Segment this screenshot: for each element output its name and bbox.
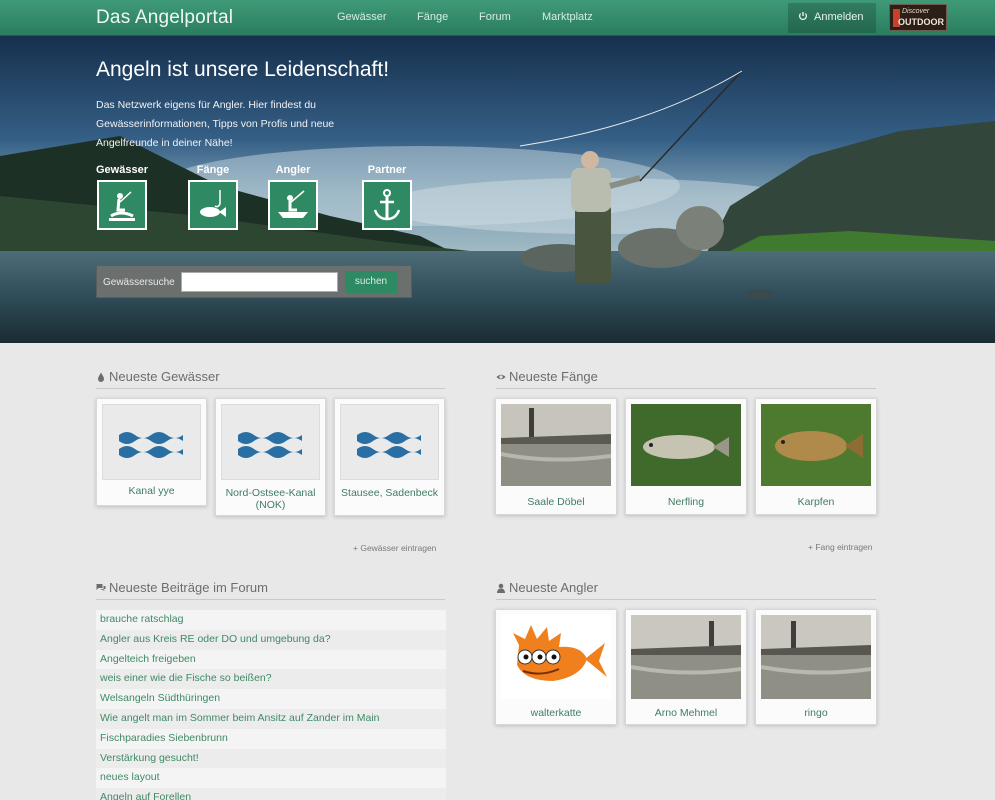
- water-card[interactable]: Kanal yye: [96, 398, 207, 506]
- catch-card[interactable]: Karpfen: [755, 398, 877, 515]
- forum-post-link[interactable]: Angler aus Kreis RE oder DO und umgebung…: [96, 629, 446, 650]
- nav-item-marktplatz[interactable]: Marktplatz: [542, 11, 593, 23]
- category-label: Fänge: [196, 164, 230, 176]
- water-name: Nord-Ostsee-Kanal (NOK): [225, 487, 316, 511]
- boat-angler-icon: [278, 190, 308, 218]
- search-button[interactable]: suchen: [345, 271, 397, 293]
- nav-item-faenge[interactable]: Fänge: [417, 11, 448, 23]
- angler-name: walterkatte: [530, 707, 582, 719]
- forum-post-link[interactable]: Fischparadies Siebenbrunn: [96, 728, 446, 749]
- category-tile[interactable]: [97, 180, 147, 230]
- nav-item-gewaesser[interactable]: Gewässer: [337, 11, 387, 23]
- forum-post-link[interactable]: Angelteich freigeben: [96, 649, 446, 670]
- site-logo[interactable]: Das Angelportal: [96, 7, 233, 29]
- drop-icon: [98, 372, 104, 382]
- category-tile[interactable]: [268, 180, 318, 230]
- fish-on-grass-photo: [631, 404, 741, 486]
- angler-name: ringo: [804, 707, 828, 719]
- water-image: [221, 404, 320, 480]
- category-partner[interactable]: Partner: [357, 164, 417, 230]
- angler-avatar-river: [631, 615, 741, 699]
- angler-avatar-river: [761, 615, 871, 699]
- angler-name: Arno Mehmel: [654, 707, 718, 719]
- category-label: Partner: [367, 164, 407, 176]
- carp-photo: [761, 404, 871, 486]
- category-gewaesser[interactable]: Gewässer: [92, 164, 152, 230]
- category-angler[interactable]: Angler: [263, 164, 323, 230]
- catch-card[interactable]: Nerfling: [625, 398, 747, 515]
- user-icon: [497, 583, 505, 593]
- water-card[interactable]: Stausee, Sadenbeck: [334, 398, 445, 516]
- forum-post-link[interactable]: Wie angelt man im Sommer beim Ansitz auf…: [96, 708, 446, 729]
- angler-avatar-blinky: [501, 615, 611, 699]
- section-title-anglers: Neueste Angler: [496, 580, 876, 600]
- category-tile[interactable]: [362, 180, 412, 230]
- catch-name: Karpfen: [797, 496, 835, 508]
- forum-post-link[interactable]: Welsangeln Südthüringen: [96, 689, 446, 709]
- forum-post-link[interactable]: Angeln auf Forellen: [96, 788, 446, 800]
- angler-shore-icon: [109, 191, 135, 221]
- catch-name: Saale Döbel: [527, 496, 585, 508]
- catch-card[interactable]: Saale Döbel: [495, 398, 617, 515]
- chat-bubbles-icon: [96, 584, 106, 591]
- catch-photo-carp: [761, 404, 871, 486]
- section-title-forum: Neueste Beiträge im Forum: [96, 580, 445, 600]
- add-water-link[interactable]: + Gewässer eintragen: [353, 543, 436, 553]
- hero-banner: Angeln ist unsere Leidenschaft! Das Netz…: [0, 36, 995, 343]
- top-navigation-bar: Das Angelportal Gewässer Fänge Forum Mar…: [0, 0, 995, 36]
- section-title-catches: Neueste Fänge: [496, 369, 876, 389]
- catch-photo-river: [501, 404, 611, 486]
- waves-icon: [238, 432, 302, 458]
- waves-icon: [119, 432, 183, 458]
- category-faenge[interactable]: Fänge: [183, 164, 243, 230]
- eye-icon: [496, 374, 506, 380]
- forum-post-list: brauche ratschlag Angler aus Kreis RE od…: [96, 610, 446, 800]
- angler-card[interactable]: walterkatte: [495, 609, 617, 725]
- section-title-text: Neueste Beiträge im Forum: [109, 580, 268, 595]
- add-catch-label: Fang eintragen: [815, 542, 873, 552]
- forum-post-link[interactable]: brauche ratschlag: [96, 610, 446, 630]
- anchor-icon: [373, 189, 401, 221]
- add-water-label: Gewässer eintragen: [360, 543, 437, 553]
- forum-post-link[interactable]: weis einer wie die Fische so beißen?: [96, 669, 446, 690]
- forum-post-link[interactable]: Verstärkung gesucht!: [96, 748, 446, 769]
- three-eyed-fish-avatar: [513, 625, 607, 681]
- water-image: [340, 404, 439, 480]
- section-title-text: Neueste Angler: [509, 580, 598, 595]
- category-tile[interactable]: [188, 180, 238, 230]
- water-name: Stausee, Sadenbeck: [341, 487, 438, 499]
- badge-line2: OUTDOOR: [898, 17, 944, 27]
- angler-card[interactable]: ringo: [755, 609, 877, 725]
- category-label: Gewässer: [96, 164, 148, 176]
- water-image: [102, 404, 201, 480]
- river-photo: [501, 404, 611, 486]
- login-label: Anmelden: [814, 11, 864, 23]
- login-button[interactable]: Anmelden: [788, 3, 876, 33]
- water-card[interactable]: Nord-Ostsee-Kanal (NOK): [215, 398, 326, 516]
- section-title-waters: Neueste Gewässer: [96, 369, 445, 389]
- forum-post-link[interactable]: neues layout: [96, 768, 446, 789]
- add-catch-link[interactable]: + Fang eintragen: [808, 542, 873, 552]
- catch-name: Nerfling: [667, 496, 705, 508]
- water-name: Kanal yye: [128, 485, 175, 497]
- angler-card[interactable]: Arno Mehmel: [625, 609, 747, 725]
- partner-badge[interactable]: Discover OUTDOOR: [889, 4, 947, 31]
- hero-title: Angeln ist unsere Leidenschaft!: [96, 58, 390, 81]
- waves-icon: [357, 432, 421, 458]
- search-label: Gewässersuche: [103, 277, 175, 288]
- water-search-input[interactable]: [181, 272, 338, 292]
- category-label: Angler: [275, 164, 311, 176]
- nav-item-forum[interactable]: Forum: [479, 11, 511, 23]
- power-icon: [798, 12, 808, 20]
- hero-description: Das Netzwerk eigens für Angler. Hier fin…: [96, 99, 335, 149]
- river-photo: [761, 615, 871, 699]
- section-title-text: Neueste Gewässer: [109, 369, 220, 384]
- section-title-text: Neueste Fänge: [509, 369, 598, 384]
- catch-photo-fish: [631, 404, 741, 486]
- water-search-bar: Gewässersuche suchen: [96, 265, 412, 298]
- badge-line1: Discover: [902, 8, 930, 15]
- main-content: Neueste Gewässer Kanal yye Nord-Ostsee-K…: [0, 343, 995, 800]
- river-photo: [631, 615, 741, 699]
- fish-catch-icon: [200, 190, 226, 217]
